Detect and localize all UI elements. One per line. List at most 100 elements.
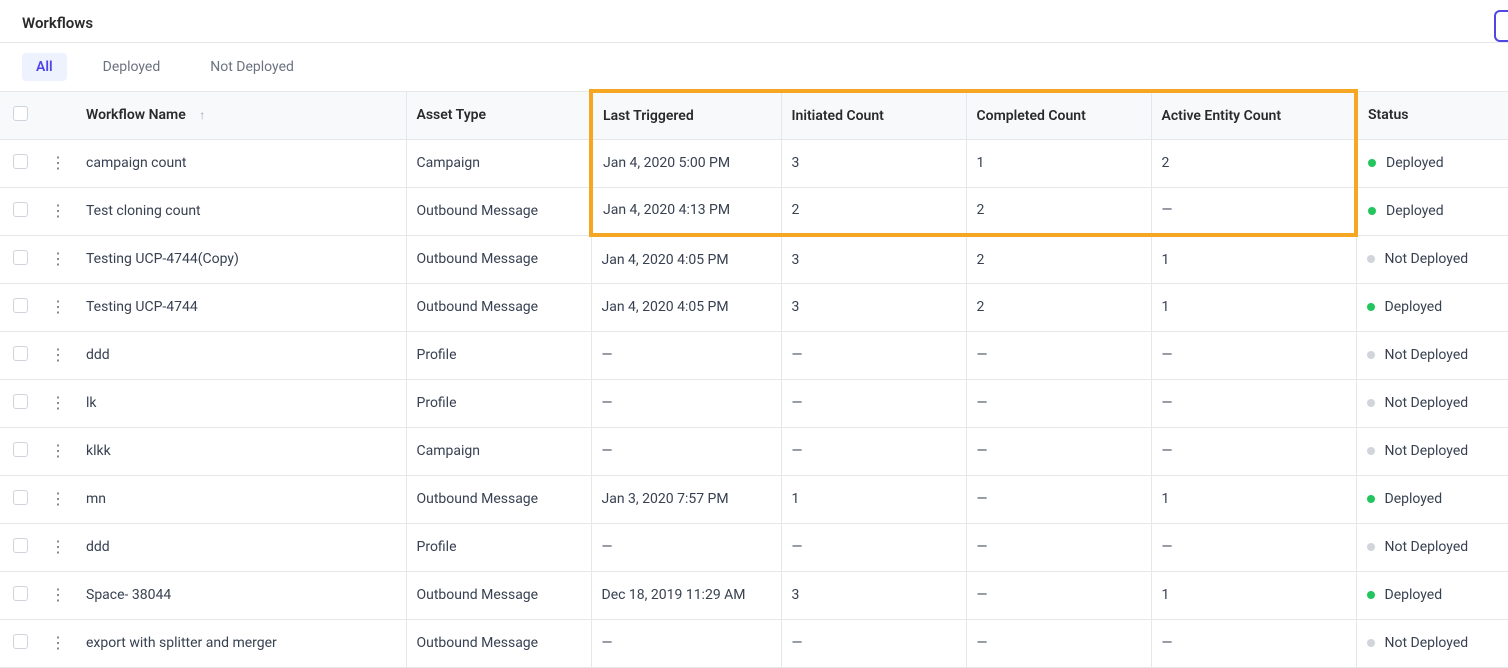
row-checkbox[interactable] (13, 394, 28, 409)
col-header-initiated[interactable]: Initiated Count (781, 91, 966, 139)
cell-triggered: — (591, 331, 781, 379)
workflow-name[interactable]: Testing UCP-4744(Copy) (86, 251, 239, 267)
cell-completed: 2 (966, 283, 1151, 331)
col-header-active[interactable]: Active Entity Count (1151, 91, 1356, 139)
row-checkbox[interactable] (13, 154, 28, 169)
row-checkbox[interactable] (13, 442, 28, 457)
status-indicator: Not Deployed (1367, 443, 1499, 459)
workflow-name[interactable]: klkk (86, 443, 111, 459)
cell-status: Deployed (1356, 139, 1508, 187)
cell-completed: — (966, 571, 1151, 619)
status-indicator: Deployed (1368, 155, 1498, 171)
row-checkbox[interactable] (13, 298, 28, 313)
cell-initiated: — (781, 331, 966, 379)
kebab-icon[interactable]: ⋮ (50, 489, 66, 508)
status-dot-icon (1367, 447, 1375, 455)
initiated-count: 3 (792, 299, 800, 315)
workflow-name[interactable]: ddd (86, 347, 110, 363)
col-header-name[interactable]: Workflow Name ↑ (76, 91, 406, 139)
cell-active: — (1151, 619, 1356, 667)
select-all-checkbox[interactable] (13, 106, 28, 121)
status-dot-icon (1367, 399, 1375, 407)
kebab-icon[interactable]: ⋮ (50, 441, 66, 460)
row-checkbox[interactable] (13, 346, 28, 361)
cell-active: 1 (1151, 475, 1356, 523)
workflow-name[interactable]: mn (86, 491, 106, 507)
kebab-icon[interactable]: ⋮ (50, 297, 66, 316)
completed-count: — (977, 539, 988, 555)
active-entity-count: — (1162, 347, 1173, 363)
row-checkbox[interactable] (13, 202, 28, 217)
cell-name: mn (76, 475, 406, 523)
cell-name: ddd (76, 331, 406, 379)
status-indicator: Not Deployed (1367, 395, 1499, 411)
last-triggered: Jan 3, 2020 7:57 PM (602, 491, 729, 507)
cell-select (0, 283, 40, 331)
col-header-completed[interactable]: Completed Count (966, 91, 1151, 139)
status-label: Deployed (1386, 155, 1444, 171)
kebab-icon[interactable]: ⋮ (50, 249, 66, 268)
table-header-row: Workflow Name ↑ Asset Type Last Triggere… (0, 91, 1508, 139)
cell-initiated: — (781, 523, 966, 571)
cell-actions: ⋮ (40, 427, 76, 475)
asset-type: Campaign (417, 443, 480, 459)
cell-active: — (1151, 331, 1356, 379)
tab-not-deployed[interactable]: Not Deployed (196, 53, 308, 81)
cell-asset: Outbound Message (406, 235, 591, 283)
status-indicator: Deployed (1367, 299, 1499, 315)
cell-name: Test cloning count (76, 187, 406, 235)
kebab-icon[interactable]: ⋮ (50, 345, 66, 364)
cell-select (0, 571, 40, 619)
workflow-name[interactable]: Space- 38044 (86, 587, 171, 603)
active-entity-count: — (1162, 443, 1173, 459)
cell-asset: Profile (406, 331, 591, 379)
last-triggered: — (602, 539, 613, 555)
table-row: ⋮klkkCampaign————Not Deployed (0, 427, 1508, 475)
cell-actions: ⋮ (40, 235, 76, 283)
kebab-icon[interactable]: ⋮ (50, 153, 66, 172)
asset-type: Profile (417, 539, 457, 555)
cell-actions: ⋮ (40, 331, 76, 379)
workflow-name[interactable]: Testing UCP-4744 (86, 299, 198, 315)
row-checkbox[interactable] (13, 586, 28, 601)
cell-active: 1 (1151, 235, 1356, 283)
workflow-name[interactable]: export with splitter and merger (86, 635, 277, 651)
last-triggered: — (602, 443, 613, 459)
col-header-status[interactable]: Status (1356, 91, 1508, 139)
col-header-triggered[interactable]: Last Triggered (591, 91, 781, 139)
workflow-name[interactable]: campaign count (86, 155, 187, 171)
kebab-icon[interactable]: ⋮ (50, 537, 66, 556)
col-header-asset[interactable]: Asset Type (406, 91, 591, 139)
cell-asset: Campaign (406, 427, 591, 475)
initiated-count: — (792, 395, 803, 411)
cell-select (0, 187, 40, 235)
cell-status: Not Deployed (1356, 523, 1508, 571)
status-label: Deployed (1385, 299, 1443, 315)
tab-deployed[interactable]: Deployed (89, 53, 175, 81)
completed-count: 2 (977, 252, 985, 268)
row-checkbox[interactable] (13, 538, 28, 553)
workflow-name[interactable]: Test cloning count (86, 203, 201, 219)
kebab-icon[interactable]: ⋮ (50, 633, 66, 652)
status-label: Deployed (1385, 491, 1443, 507)
kebab-icon[interactable]: ⋮ (50, 585, 66, 604)
row-checkbox[interactable] (13, 634, 28, 649)
kebab-icon[interactable]: ⋮ (50, 201, 66, 220)
cell-status: Deployed (1356, 475, 1508, 523)
table-row: ⋮Test cloning countOutbound MessageJan 4… (0, 187, 1508, 235)
active-entity-count: 1 (1162, 587, 1170, 603)
cell-status: Deployed (1356, 283, 1508, 331)
cell-status: Not Deployed (1356, 427, 1508, 475)
row-checkbox[interactable] (13, 250, 28, 265)
workflow-name[interactable]: ddd (86, 539, 110, 555)
row-checkbox[interactable] (13, 490, 28, 505)
cell-select (0, 427, 40, 475)
cell-actions: ⋮ (40, 619, 76, 667)
cell-select (0, 379, 40, 427)
kebab-icon[interactable]: ⋮ (50, 393, 66, 412)
cell-status: Not Deployed (1356, 619, 1508, 667)
status-indicator: Deployed (1368, 203, 1498, 219)
workflow-name[interactable]: lk (86, 395, 97, 411)
tab-all[interactable]: All (22, 53, 67, 81)
cell-completed: — (966, 331, 1151, 379)
